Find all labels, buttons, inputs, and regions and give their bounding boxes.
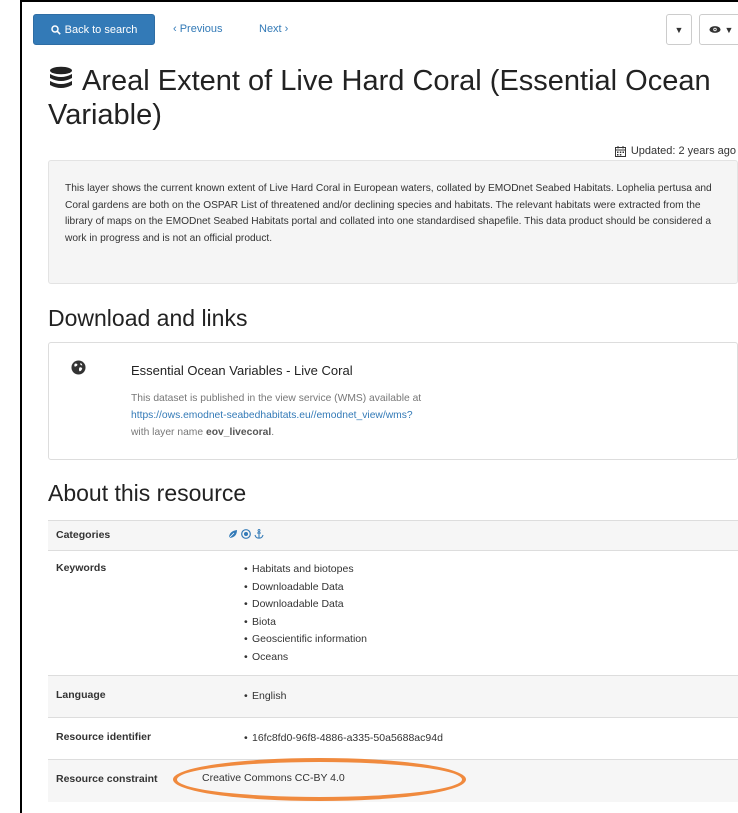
identifier-value: 16fc8fd0-96f8-4886-a335-50a5688ac94d [244,730,738,748]
layer-suffix: . [271,427,275,438]
layer-name: eov_livecoral [205,427,272,438]
database-icon [50,66,72,88]
list-item: Downloadable Data [244,579,738,597]
layer-name-line: with layer name eov_livecoral. [131,424,421,441]
page-title-text: Areal Extent of Live Hard Coral (Essenti… [48,65,711,131]
table-row: Resource identifier 16fc8fd0-96f8-4886-a… [48,717,738,760]
language-value: English [244,688,738,706]
categories-label: Categories [56,529,111,541]
back-to-search-label: Back to search [64,23,138,36]
back-to-search-button[interactable]: Back to search [33,14,155,45]
category-icons [228,529,738,539]
table-row: Resource constraint Creative Commons CC-… [48,759,738,802]
page-title: Areal Extent of Live Hard Coral (Essenti… [48,64,728,132]
link-panel: Essential Ocean Variables - Live Coral T… [48,342,738,460]
keywords-list: Habitats and biotopes Downloadable Data … [228,561,738,666]
anchor-icon[interactable] [254,529,264,539]
identifier-label: Resource identifier [56,731,152,743]
link-title[interactable]: Essential Ocean Variables - Live Coral [131,363,353,378]
search-icon [50,24,61,35]
more-options-button[interactable]: ▼ [666,14,692,45]
table-row: Language English [48,675,738,718]
layer-prefix: with layer name [131,427,204,438]
about-heading: About this resource [48,480,247,506]
link-description: This dataset is published in the view se… [131,390,421,441]
next-link[interactable]: Next › [259,23,288,35]
abstract-text: This layer shows the current known exten… [65,183,712,244]
list-item: Geoscientific information [244,631,738,649]
caret-down-icon: ▼ [724,24,734,35]
constraint-value: Creative Commons CC-BY 4.0 [202,772,345,784]
download-heading: Download and links [48,305,248,331]
constraint-label: Resource constraint [56,773,158,785]
table-row: Categories [48,520,738,551]
view-options-button[interactable]: ▼ [699,14,738,45]
language-label: Language [56,689,106,701]
list-item: Downloadable Data [244,596,738,614]
updated-text: Updated: 2 years ago [630,145,736,157]
leaf-icon[interactable] [228,529,238,539]
abstract-panel: This layer shows the current known exten… [48,160,738,284]
list-item: Oceans [244,649,738,667]
globe-icon[interactable] [241,529,251,539]
table-row: Keywords Habitats and biotopes Downloada… [48,550,738,676]
list-item: Biota [244,614,738,632]
link-desc-prefix: This dataset is published in the view se… [131,393,422,404]
previous-link[interactable]: ‹ Previous [173,23,223,35]
caret-down-icon: ▼ [674,24,684,35]
list-item: Habitats and biotopes [244,561,738,579]
globe-icon [71,360,86,375]
about-table: Categories Keywords • Habitats and bioto… [48,520,738,802]
wms-url-link[interactable]: https://ows.emodnet-seabedhabitats.eu//e… [131,407,421,424]
keywords-label: Keywords [56,562,107,574]
calendar-icon [614,145,626,157]
updated-info: Updated: 2 years ago [614,145,736,157]
eye-icon [708,26,721,33]
page-frame: Back to search ‹ Previous Next › ▼ ▼ Are… [20,0,738,813]
toolbar: Back to search ‹ Previous Next › ▼ ▼ [33,14,738,46]
